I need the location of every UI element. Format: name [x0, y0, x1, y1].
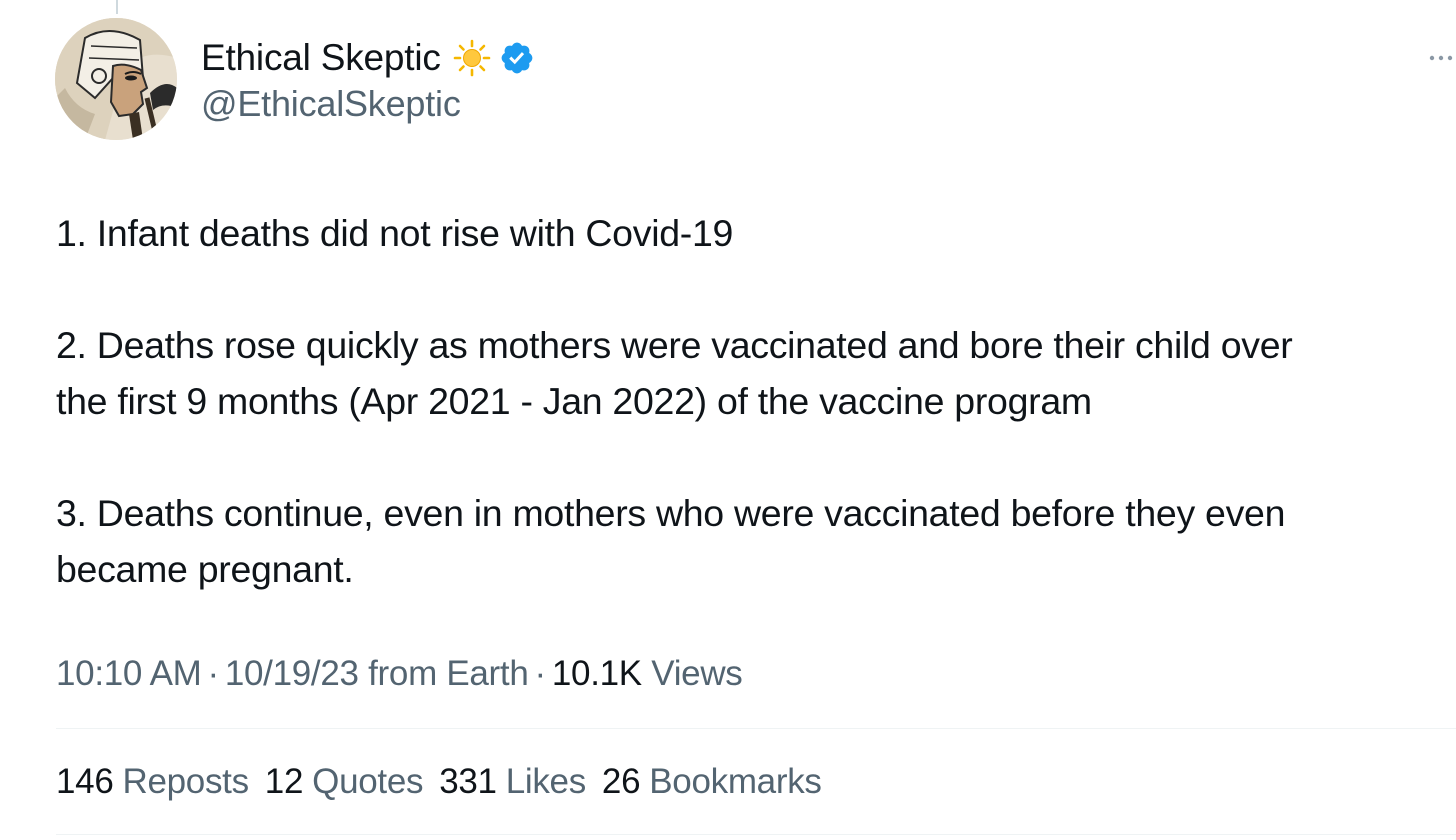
- bookmarks-count: 26: [601, 762, 641, 801]
- meta-separator: ·: [534, 654, 547, 693]
- thread-connector-line: [116, 0, 118, 14]
- reposts-label: Reposts: [122, 762, 250, 801]
- reposts-count: 146: [56, 762, 114, 801]
- quotes-count: 12: [264, 762, 304, 801]
- reposts-stat[interactable]: 146 Reposts: [56, 757, 249, 807]
- avatar[interactable]: [55, 18, 177, 140]
- author-display-name[interactable]: Ethical Skeptic: [201, 37, 441, 79]
- sun-icon: [453, 39, 491, 77]
- tweet-date[interactable]: 10/19/23: [225, 654, 359, 693]
- tweet-paragraph: 2. Deaths rose quickly as mothers were v…: [56, 324, 1293, 422]
- tweet-paragraph: 1. Infant deaths did not rise with Covid…: [56, 212, 734, 254]
- divider: [56, 728, 1456, 729]
- views-label: Views: [651, 654, 743, 693]
- author-name-row[interactable]: Ethical Skeptic: [201, 36, 535, 80]
- more-horizontal-icon[interactable]: [1427, 44, 1455, 72]
- author-handle[interactable]: @EthicalSkeptic: [201, 83, 535, 125]
- verified-icon[interactable]: [499, 40, 535, 76]
- bookmarks-label: Bookmarks: [649, 762, 822, 801]
- tweet-author: Ethical Skeptic @EthicalSkeptic: [201, 36, 535, 125]
- likes-label: Likes: [505, 762, 587, 801]
- engagement-stats: 146 Reposts 12 Quotes 331 Likes 26 Bookmarks: [56, 757, 838, 807]
- likes-count: 331: [439, 762, 497, 801]
- tweet-timestamp[interactable]: 10:10 AM: [56, 654, 202, 693]
- divider: [56, 834, 1456, 835]
- likes-stat[interactable]: 331 Likes: [439, 757, 586, 807]
- tweet-text: 1. Infant deaths did not rise with Covid…: [56, 205, 1441, 597]
- bookmarks-stat[interactable]: 26 Bookmarks: [602, 757, 822, 807]
- views-count: 10.1K: [551, 654, 642, 693]
- quotes-stat[interactable]: 12 Quotes: [264, 757, 424, 807]
- meta-separator: ·: [207, 654, 219, 693]
- quotes-label: Quotes: [312, 762, 424, 801]
- avatar-image: [55, 18, 177, 140]
- tweet-location: from Earth: [368, 654, 529, 693]
- tweet-paragraph: 3. Deaths continue, even in mothers who …: [56, 492, 1286, 590]
- tweet-meta: 10:10 AM · 10/19/23 from Earth · 10.1K Views: [56, 650, 743, 698]
